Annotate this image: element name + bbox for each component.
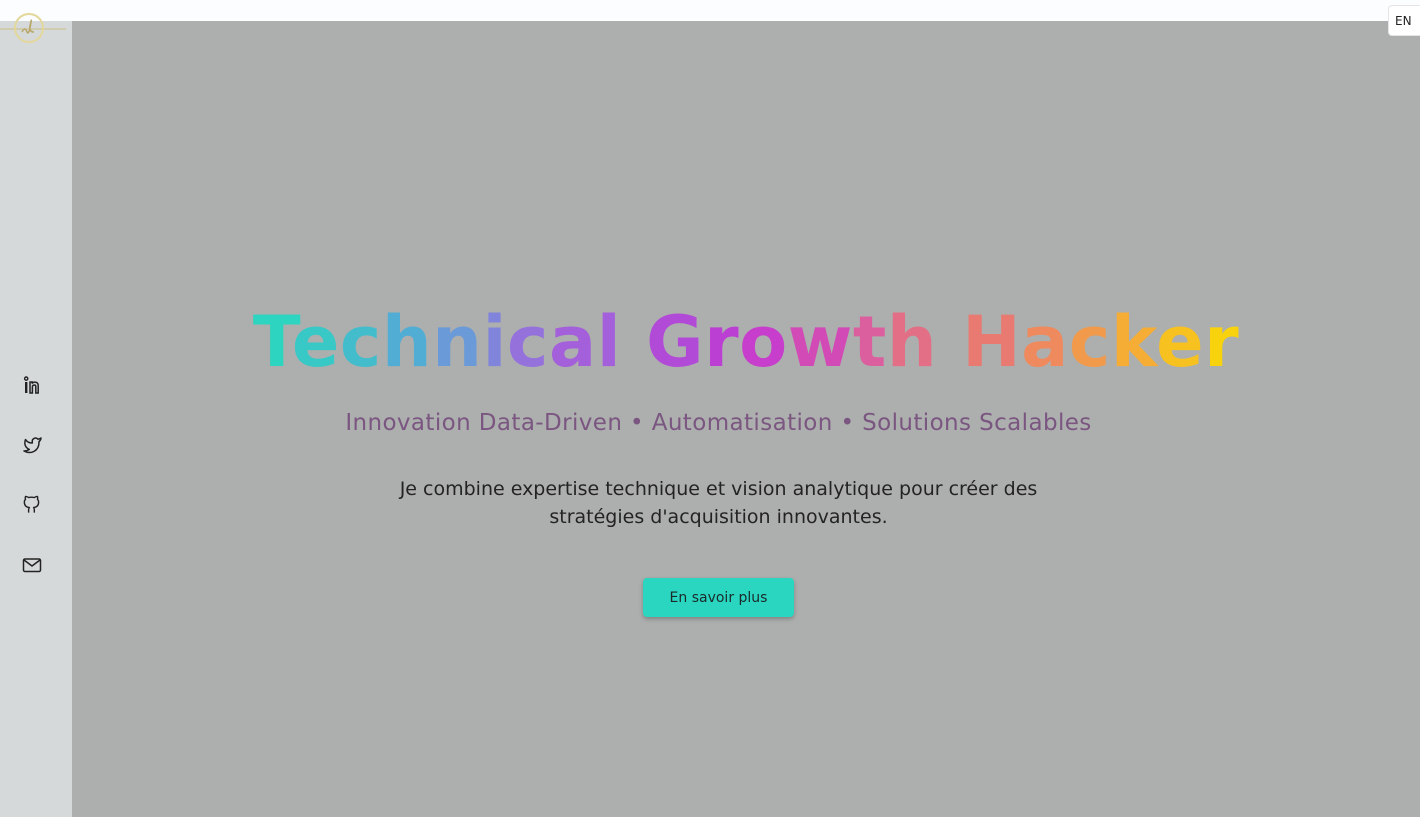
hero-subtitle: Innovation Data-Driven • Automatisation … [345,410,1092,436]
mail-icon [22,558,42,573]
hero-title-letter: h [886,301,938,383]
top-bar [0,0,1420,21]
hero-title-letter: e [291,301,340,383]
hero-title-letter: t [852,301,887,383]
hero-title-letter: o [739,301,788,383]
hero-title-word: Hacker [962,301,1239,383]
learn-more-button[interactable]: En savoir plus [643,578,794,617]
hero-title-word: Technical [253,301,621,383]
email-link[interactable] [20,553,44,577]
hero-title: Technical Growth Hacker [72,307,1420,377]
hero-section: Technical Growth Hacker Innovation Data-… [72,21,1420,817]
hero-content: Technical Growth Hacker Innovation Data-… [72,21,1420,817]
hero-description-line-2: stratégies d'acquisition innovantes. [549,506,888,528]
hero-title-letter: e [1156,301,1205,383]
hero-description-line-1: Je combine expertise technique et vision… [399,478,1038,500]
github-link[interactable] [20,493,44,517]
hero-title-word: Growth [646,301,937,383]
hero-title-letter: i [482,301,507,383]
linkedin-link[interactable] [20,373,44,397]
hero-title-letter: c [339,301,382,383]
hero-title-letter: T [252,301,292,383]
hero-title-letter: a [1021,301,1069,383]
linkedin-icon [23,376,39,394]
hero-title-letter: a [549,301,597,383]
language-switch-button[interactable]: EN [1388,5,1420,36]
hero-title-letter: c [507,301,549,383]
hero-title-letter: r [1204,301,1240,383]
twitter-link[interactable] [20,433,44,457]
sidebar [0,21,72,817]
hero-title-letter: h [381,301,433,383]
logo[interactable] [0,12,66,46]
hero-title-letter: k [1110,301,1157,383]
hero-description: Je combine expertise technique et vision… [72,475,1365,531]
github-icon [23,495,40,513]
hero-title-letter: r [704,301,740,383]
hero-title-letter: c [1068,301,1111,383]
hero-title-letter: G [646,301,705,383]
twitter-icon [23,437,42,454]
hero-title-letter: w [787,301,853,383]
hero-title-letter: l [596,301,622,383]
hero-title-letter: H [962,301,1022,383]
hero-title-letter: n [432,301,483,383]
